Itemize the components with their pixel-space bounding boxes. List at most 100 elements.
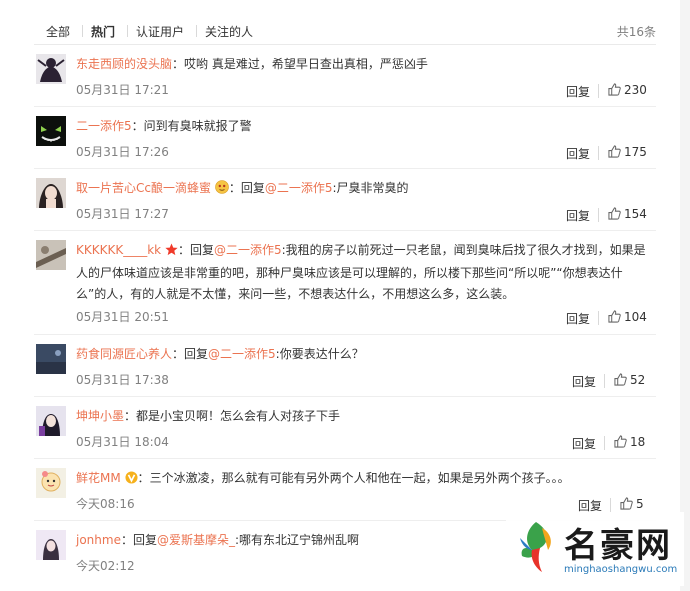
watermark-url: minghaoshangwu.com [564, 564, 678, 575]
comment-item: 取一片苦心Cc酿一滴蜂蜜 ：回复@二一添作5:尸臭非常臭的 05月31日 17:… [34, 174, 656, 228]
username-link[interactable]: KKKKKK____kk [76, 243, 161, 257]
like-button[interactable]: 175 [608, 145, 647, 159]
comment-time: 05月31日 17:38 [76, 373, 169, 387]
like-button[interactable]: 104 [608, 310, 647, 324]
comment-actions: 回复 52 [572, 373, 656, 393]
username-link[interactable]: 药食同源匠心养人 [76, 347, 172, 361]
like-button[interactable]: 154 [608, 207, 647, 221]
username-link[interactable]: 鲜花MM [76, 471, 121, 485]
avatar[interactable] [36, 116, 66, 146]
tab-divider [196, 25, 197, 37]
comment-body: 问到有臭味就报了警 [143, 119, 252, 133]
comment-time: 今天02:12 [76, 559, 135, 573]
comment-time: 05月31日 20:51 [76, 310, 169, 324]
mentioned-user-link[interactable]: @二一添作5 [208, 347, 276, 361]
comment-body: 哎哟 真是难过，希望早日查出真相，严惩凶手 [184, 57, 428, 71]
thumbs-up-icon [614, 373, 627, 386]
thumbs-up-icon [608, 145, 621, 158]
comment-actions: 回复 104 [566, 310, 656, 330]
comment-time: 05月31日 17:26 [76, 145, 169, 159]
comment-time: 05月31日 17:21 [76, 83, 169, 97]
comment-body: :我租的房子以前死过一只老鼠，闻到臭味后找了很久才找到，如果是人的尸体味道应该是… [76, 243, 646, 301]
comment-divider [34, 396, 656, 397]
reply-button[interactable]: 回复 [566, 207, 590, 224]
username-link[interactable]: 坤坤小墨 [76, 409, 124, 423]
tab-verified-users[interactable]: 认证用户 [136, 23, 184, 40]
comment-text: 药食同源匠心养人：回复@二一添作5:你要表达什么？ [76, 347, 364, 361]
mentioned-user-link[interactable]: @二一添作5 [265, 181, 333, 195]
verified-v-icon [125, 470, 138, 491]
avatar[interactable] [36, 54, 66, 84]
reply-button[interactable]: 回复 [572, 435, 596, 452]
comment-body: 三个冰激凌，那么就有可能有另外两个人和他在一起，如果是另外两个孩子。。。 [149, 471, 570, 485]
like-count: 154 [624, 207, 647, 221]
comment-text: 取一片苦心Cc酿一滴蜂蜜 ：回复@二一添作5:尸臭非常臭的 [76, 178, 648, 201]
action-divider [598, 311, 599, 325]
avatar[interactable] [36, 178, 66, 208]
username-link[interactable]: 东走西顾的没头脑 [76, 57, 172, 71]
like-count: 175 [624, 145, 647, 159]
comment-text: 二一添作5：问到有臭味就报了警 [76, 119, 252, 133]
comment-text: 坤坤小墨：都是小宝贝啊！怎么会有人对孩子下手 [76, 409, 341, 423]
comment-actions: 回复 154 [566, 207, 656, 227]
site-watermark: 名豪网 minghaoshangwu.com [506, 512, 684, 586]
comment-item: 药食同源匠心养人：回复@二一添作5:你要表达什么？ 05月31日 17:38 回… [34, 340, 656, 394]
comment-body: :哪有东北辽宁锦州乱啊 [235, 533, 360, 547]
username-link[interactable]: 二一添作5 [76, 119, 132, 133]
action-divider [604, 374, 605, 388]
comment-count: 共16条 [616, 25, 656, 39]
username-link[interactable]: 取一片苦心Cc酿一滴蜂蜜 [76, 181, 211, 195]
avatar[interactable] [36, 468, 66, 498]
comment-actions: 回复 230 [566, 83, 656, 103]
like-button[interactable]: 5 [620, 497, 644, 511]
comment-time: 05月31日 17:27 [76, 207, 169, 221]
comment-text: KKKKKK____kk ：回复@二一添作5:我租的房子以前死过一只老鼠，闻到臭… [76, 243, 646, 301]
comment-time: 05月31日 18:04 [76, 435, 169, 449]
avatar[interactable] [36, 344, 66, 374]
thumbs-up-icon [614, 435, 627, 448]
tab-following[interactable]: 关注的人 [205, 23, 253, 40]
comment-divider [34, 168, 656, 169]
action-divider [598, 84, 599, 98]
comment-text: 东走西顾的没头脑：哎哟 真是难过，希望早日查出真相，严惩凶手 [76, 57, 428, 71]
reply-button[interactable]: 回复 [566, 310, 590, 327]
comment-time: 今天08:16 [76, 497, 135, 511]
comment-text: 鲜花MM ：三个冰激凌，那么就有可能有另外两个人和他在一起，如果是另外两个孩子。… [76, 468, 648, 491]
tab-all[interactable]: 全部 [46, 23, 70, 40]
like-button[interactable]: 230 [608, 83, 647, 97]
thumbs-up-icon [608, 207, 621, 220]
mentioned-user-link[interactable]: @二一添作5 [214, 243, 282, 257]
comment-body: :你要表达什么？ [275, 347, 364, 361]
comment-divider [34, 106, 656, 107]
tab-divider [127, 25, 128, 37]
like-count: 52 [630, 373, 646, 387]
comment-divider [34, 230, 656, 231]
scrollbar[interactable] [680, 0, 690, 591]
comment-divider [34, 334, 656, 335]
like-button[interactable]: 52 [614, 373, 645, 387]
avatar[interactable] [36, 240, 66, 270]
comment-actions: 回复 175 [566, 145, 656, 165]
thumbs-up-icon [620, 497, 633, 510]
comment-item: 鲜花MM ：三个冰激凌，那么就有可能有另外两个人和他在一起，如果是另外两个孩子。… [34, 464, 656, 518]
comment-actions: 回复 18 [572, 435, 656, 455]
reply-button[interactable]: 回复 [566, 83, 590, 100]
emoji-badge-icon [215, 180, 229, 201]
like-count: 104 [624, 310, 647, 324]
reply-button[interactable]: 回复 [566, 145, 590, 162]
action-divider [598, 208, 599, 222]
username-link[interactable]: jonhme [76, 533, 121, 547]
comment-item: 东走西顾的没头脑：哎哟 真是难过，希望早日查出真相，严惩凶手 05月31日 17… [34, 50, 656, 104]
comment-item: 坤坤小墨：都是小宝贝啊！怎么会有人对孩子下手 05月31日 18:04 回复 1… [34, 402, 656, 456]
action-divider [610, 498, 611, 512]
watermark-logo-icon [520, 522, 551, 572]
mentioned-user-link[interactable]: @爱斯基摩朵_ [157, 533, 235, 547]
reply-button[interactable]: 回复 [572, 373, 596, 390]
avatar[interactable] [36, 530, 66, 560]
tab-hot[interactable]: 热门 [91, 23, 115, 40]
avatar[interactable] [36, 406, 66, 436]
comment-divider [34, 458, 656, 459]
watermark-name: 名豪网 [564, 526, 672, 566]
like-button[interactable]: 18 [614, 435, 645, 449]
thumbs-up-icon [608, 310, 621, 323]
